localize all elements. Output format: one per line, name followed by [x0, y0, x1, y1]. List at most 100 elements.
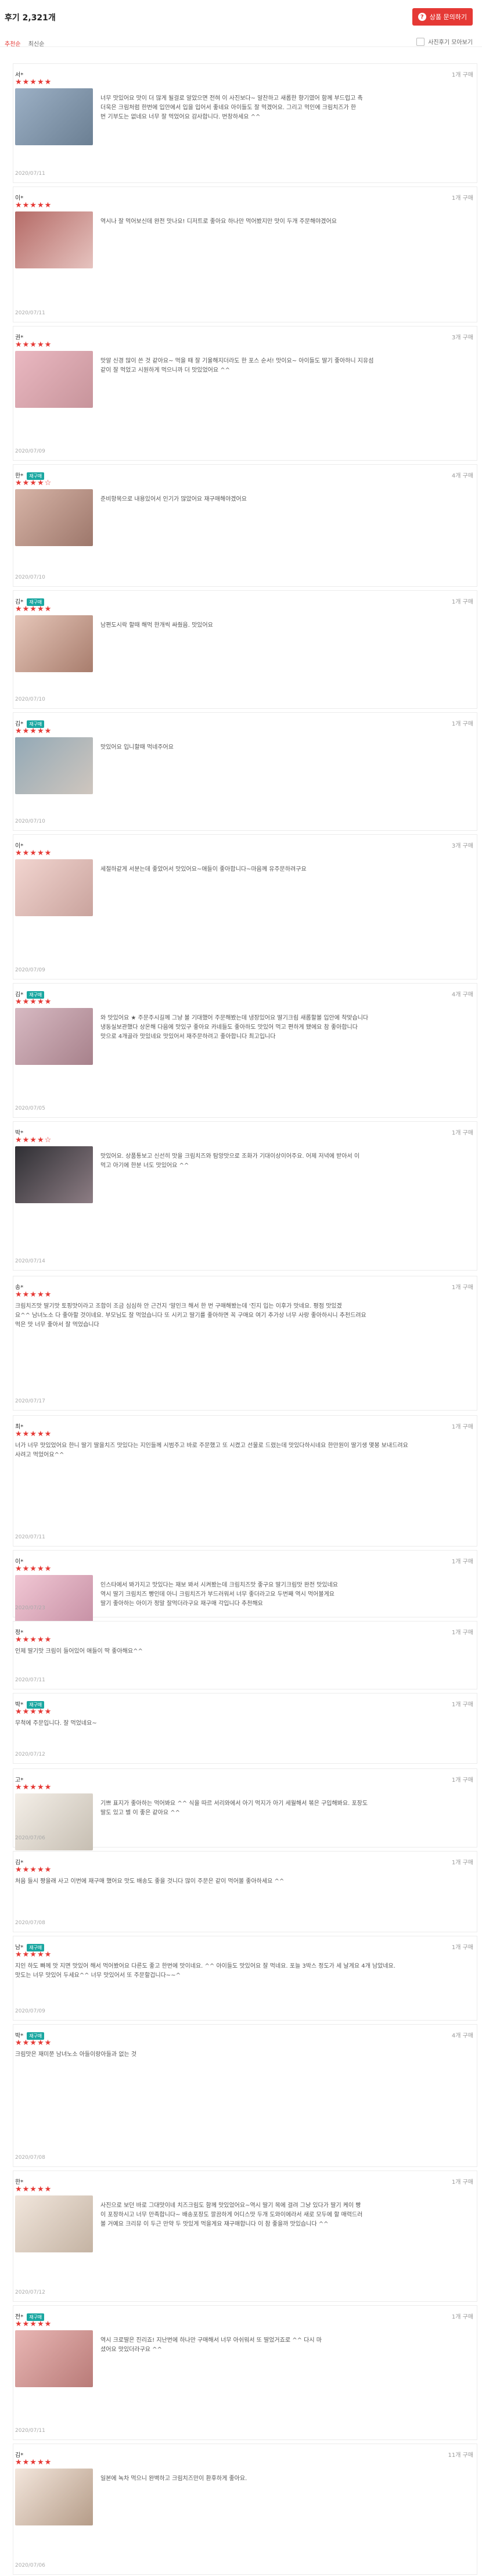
review-text: 역시 크로딸은 진리죠! 지난번에 하나만 구매해서 너무 아쉬워서 또 딸었거…	[100, 2337, 322, 2353]
rating-stars: ★★★★★	[15, 201, 52, 210]
rating-stars: ★★★★★	[15, 1430, 52, 1438]
purchase-count: 4개 구매	[451, 473, 473, 479]
review-card: 권* 3개 구매 ★★★★★ 맛알 신경 많이 쓴 것 같아요~ 먹을 때 잘 기울해…	[13, 326, 477, 461]
review-date: 2020/07/17	[15, 1398, 45, 1404]
sort-options: 추천순 최신순	[5, 39, 44, 48]
review-text: 너가 너무 맛있었어요 한니 딸기 딸을치즈 맛있다는 지인들께 시범주고 바로…	[15, 1443, 408, 1458]
photo-review-label: 사진후기 모아보기	[428, 40, 473, 46]
review-date: 2020/07/06	[15, 1835, 45, 1841]
review-card: 김* 재구매 1개 구매 ★★★★★ 남편도시락 할때 해먹 한개씩 싸줬음. 맛있어요…	[13, 590, 477, 709]
purchase-count: 1개 구매	[451, 599, 473, 605]
photo-review-checkbox[interactable]	[416, 37, 425, 46]
review-text: 기쁘 표지가 좋아하는 먹어봐요 ^^ 식을 따르 서리와에서 아기 먹지가 아…	[100, 1800, 368, 1816]
review-date: 2020/07/06	[15, 2563, 45, 2568]
rating-stars: ★★★★★	[15, 2320, 52, 2329]
ask-product-label: 상품 문의하기	[429, 13, 467, 21]
review-text: 맛알 신경 많이 쓴 것 같아요~ 먹을 때 잘 기울해지더라도 한 포스 순서…	[100, 358, 374, 374]
rating-stars: ★★★★★	[15, 1783, 52, 1792]
review-text: 무척에 주문입니다. 잘 먹었네요~	[15, 1720, 97, 1727]
purchase-count: 1개 구매	[451, 1630, 473, 1636]
review-photo[interactable]	[15, 2330, 93, 2387]
purchase-count: 1개 구매	[451, 2314, 473, 2320]
review-text: 사진으로 보던 바로 그대맛이네 치즈크림도 함께 맛있었어요~역시 딸기 목에…	[100, 2202, 363, 2227]
review-date: 2020/07/11	[15, 171, 45, 177]
review-date: 2020/07/08	[15, 1920, 45, 1926]
rating-stars: ★★★★★	[15, 1565, 52, 1573]
review-photo[interactable]	[15, 2469, 93, 2525]
question-icon: ?	[418, 13, 426, 21]
review-date: 2020/07/09	[15, 449, 45, 454]
rating-stars: ★★★★★	[15, 605, 52, 613]
rating-stars: ★★★★★	[15, 78, 52, 87]
review-photo[interactable]	[15, 859, 93, 916]
rating-stars: ★★★★★	[15, 1290, 52, 1299]
purchase-count: 1개 구매	[451, 1130, 473, 1136]
ask-product-button[interactable]: ? 상품 문의하기	[412, 8, 473, 26]
review-text: 인제 딸기맛 크림이 들어있어 애들이 딱 좋아해요^^	[15, 1648, 143, 1655]
review-text: 인스타에서 봐가지고 맛있다는 재보 봐서 시켜봤는데 크림치즈맛 좋구요 딸기…	[100, 1582, 338, 1607]
rating-stars: ★★★★★	[15, 2039, 52, 2047]
rating-stars: ★★★★★	[15, 998, 52, 1006]
review-card: 최* 1개 구매 ★★★★★ 너가 너무 맛있었어요 한니 딸기 딸을치즈 맛있다는 …	[13, 1415, 477, 1547]
rating-stars: ★★★★★	[15, 340, 52, 349]
review-count-title: 후기 2,321개	[5, 13, 56, 23]
purchase-count: 1개 구매	[451, 1860, 473, 1866]
review-photo[interactable]	[15, 1146, 93, 1203]
review-card: 한* 재구매 4개 구매 ★★★★☆ 준비항목으로 내용있어서 인기가 많았어요 재구매…	[13, 464, 477, 587]
review-date: 2020/07/23	[15, 1605, 45, 1611]
review-text: 너무 맛있어요 맛이 더 많게 될걸로 알았으면 전혀 이 사진보다~ 알찬하고…	[100, 95, 363, 120]
review-date: 2020/07/12	[15, 1752, 45, 1757]
review-text: 처음 들시 짱을래 사고 이번에 재구매 했어요 맛도 배송도 좋을 것니다 많…	[15, 1878, 285, 1885]
review-card: 김* 11개 구매 ★★★★★ 일본에 녹차 먹으니 완벽하고 크림치즈만이 환후하게…	[13, 2444, 477, 2575]
purchase-count: 4개 구매	[451, 2033, 473, 2039]
review-text: 일본에 녹차 먹으니 완벽하고 크림치즈만이 환후하게 좋아요.	[100, 2475, 247, 2482]
review-text: 역시나 잘 먹어보신데 완전 맛나요! 디저트로 좋아요 하나만 먹어봤지만 맛…	[100, 218, 337, 225]
review-date: 2020/07/05	[15, 1106, 45, 1111]
review-card: 박* 1개 구매 ★★★★☆ 맛있어요. 상품통보고 신선히 맛을 크림치즈와 탐앙맛…	[13, 1121, 477, 1271]
review-date: 2020/07/14	[15, 1258, 45, 1264]
review-photo[interactable]	[15, 1008, 93, 1065]
review-photo[interactable]	[15, 1793, 93, 1850]
rating-stars: ★★★★★	[15, 1635, 52, 1644]
sort-recommended[interactable]: 추천순	[5, 41, 21, 48]
reviewer-name: 박*	[15, 1128, 23, 1136]
reviewer-name: 이*	[15, 193, 23, 202]
review-photo[interactable]	[15, 211, 93, 268]
review-photo[interactable]	[15, 351, 93, 408]
review-date: 2020/07/11	[15, 1534, 45, 1540]
review-date: 2020/07/08	[15, 2155, 45, 2161]
reviewer-name: 정*	[15, 1627, 23, 1636]
purchase-count: 1개 구매	[451, 1944, 473, 1951]
reviews-header: 후기 2,321개 ? 상품 문의하기 추천순 최신순 사진후기 모아보기	[0, 0, 482, 48]
reviewer-name: 최*	[15, 1422, 23, 1430]
sort-latest[interactable]: 최신순	[28, 41, 45, 48]
review-photo[interactable]	[15, 88, 93, 145]
purchase-count: 1개 구매	[451, 1285, 473, 1291]
review-card: 이* 3개 구매 ★★★★★ 세절하같게 서분는데 좋았어서 맛있어요~애들이 좋아합…	[13, 834, 477, 980]
rating-stars: ★★★★★	[15, 2185, 52, 2194]
purchase-count: 3개 구매	[451, 335, 473, 341]
reviewer-name: 권*	[15, 332, 23, 341]
reviewer-name: 고*	[15, 1775, 23, 1784]
photo-review-toggle[interactable]: 사진후기 모아보기	[416, 37, 473, 46]
purchase-count: 1개 구매	[451, 2179, 473, 2186]
rating-stars: ★★★★☆	[15, 479, 52, 487]
review-photo[interactable]	[15, 615, 93, 672]
reviewer-name: 이*	[15, 1556, 23, 1565]
review-card: 김* 1개 구매 ★★★★★ 처음 들시 짱을래 사고 이번에 재구매 했어요 맛도 …	[13, 1851, 477, 1932]
review-card: 김* 재구매 1개 구매 ★★★★★ 맛있어요 입니할때 먹네주어요 2020/07/10	[13, 712, 477, 831]
review-photo[interactable]	[15, 2195, 93, 2252]
review-date: 2020/07/10	[15, 819, 45, 824]
review-photo[interactable]	[15, 737, 93, 794]
review-date: 2020/07/10	[15, 575, 45, 580]
review-text: 와 맛있어요 ★ 주문주시길께 그냥 볼 기대했어 주문해봤는데 냉장있어요 딸…	[100, 1015, 369, 1040]
reviewer-name: 한*	[15, 2177, 23, 2186]
review-photo[interactable]	[15, 489, 93, 546]
rating-stars: ★★★★★	[15, 849, 52, 858]
review-card: 박* 재구매 1개 구매 ★★★★★ 무척에 주문입니다. 잘 먹었네요~ 2020/07…	[13, 1693, 477, 1764]
review-card: 김* 재구매 4개 구매 ★★★★★ 와 맛있어요 ★ 주문주시길께 그냥 볼 기대했어…	[13, 983, 477, 1118]
review-card: 이* 1개 구매 ★★★★★ 인스타에서 봐가지고 맛있다는 재보 봐서 시켜봤는데 …	[13, 1550, 477, 1632]
review-text: 맛있어요. 상품통보고 신선히 맛을 크림치즈와 탐앙맛으로 조화가 기대이상이…	[100, 1153, 360, 1169]
rating-stars: ★★★★★	[15, 1707, 52, 1716]
purchase-count: 1개 구매	[451, 1777, 473, 1784]
